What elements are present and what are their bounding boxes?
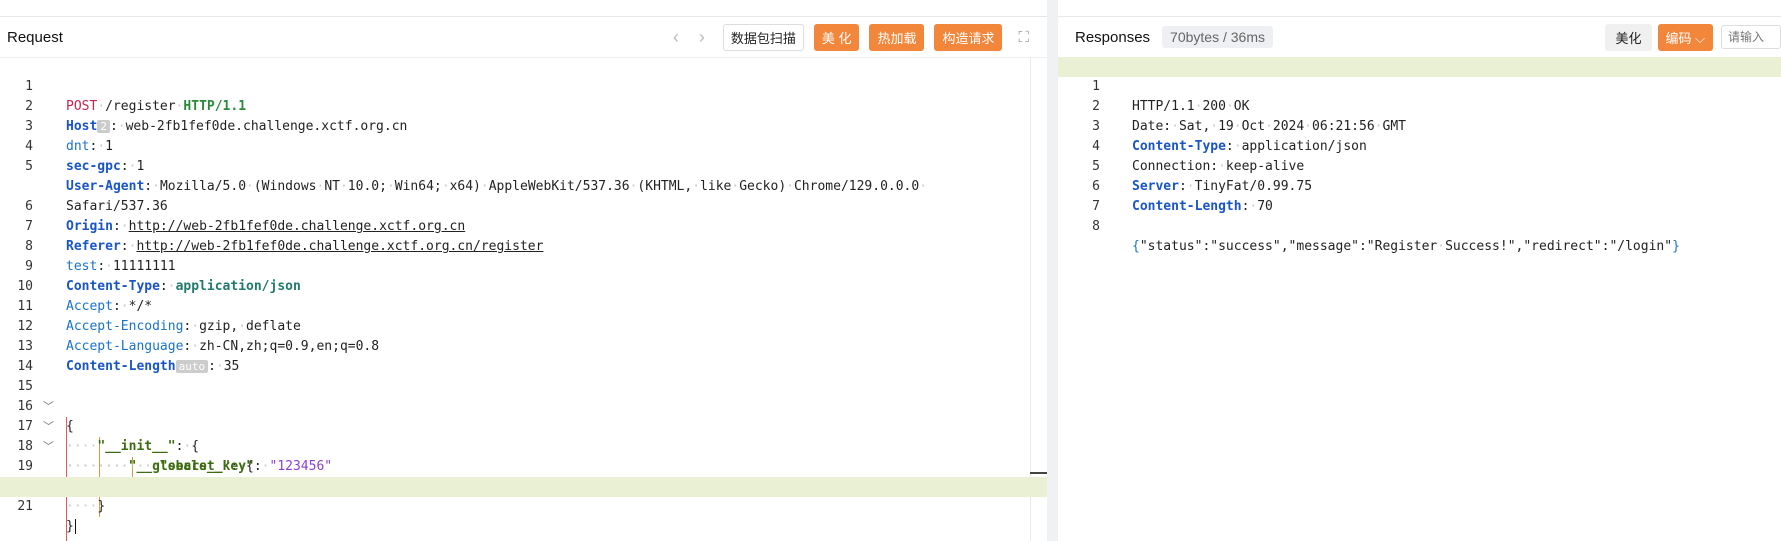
code-line: 14 (17, 359, 33, 374)
code-line: 6 Origin:·http://web-2fb1fef0de.challeng… (25, 199, 466, 234)
request-editor[interactable]: 1 POST·/register·HTTP/1.1 2 Host 2:·web-2… (0, 57, 1047, 541)
code-line: 10 Accept:·*/* (17, 279, 153, 314)
beautify-button[interactable]: 美 化 (813, 23, 860, 51)
code-line: 11 Accept-Encoding:·gzip,·deflate (17, 299, 301, 334)
chevron-left-icon[interactable]: ‹ (663, 27, 689, 48)
code-line: 17 ﹀ ········"__globals__":·{ (17, 419, 254, 474)
code-line-active: 21 } (0, 477, 1047, 534)
code-line: 18 ············"secret_key":·"123456" (17, 439, 333, 474)
hotload-button[interactable]: 热加载 (869, 23, 925, 51)
encode-dropdown[interactable]: 编码 ⌵ (1657, 23, 1713, 51)
response-beautify-button[interactable]: 美化 (1605, 23, 1652, 51)
request-panel: Request ‹ › 数据包扫描 美 化 热加载 构造请求 ⛶ 1 POST·… (0, 0, 1047, 541)
request-header: Request ‹ › 数据包扫描 美 化 热加载 构造请求 ⛶ (0, 16, 1047, 58)
code-line: 1 POST·/register·HTTP/1.1 (0, 57, 1047, 114)
code-line: 7 Referer:·http://web-2fb1fef0de.challen… (25, 219, 544, 254)
chevron-right-icon[interactable]: › (689, 27, 715, 48)
response-header: Responses 70bytes / 36ms 美化 编码 ⌵ (1058, 16, 1781, 58)
code-line: 8 test:·11111111 (25, 239, 176, 274)
code-line: 19 ········} (17, 459, 136, 494)
response-panel: Responses 70bytes / 36ms 美化 编码 ⌵ 1 HTTP/… (1058, 0, 1781, 541)
response-search-input[interactable] (1721, 25, 1781, 49)
code-line: 13 Content-Length auto:·35 (17, 339, 240, 374)
code-line: 5 Server:·TinyFat/0.99.75 (1092, 159, 1313, 194)
code-line: 20 ····} (17, 479, 106, 514)
code-line: 4 Connection:·keep-alive (1092, 139, 1305, 174)
text-caret (74, 519, 76, 534)
code-line: 7 (1092, 199, 1100, 214)
code-line: 2 Date:·Sat,·19·Oct·2024·06:21:56·GMT (1092, 99, 1406, 134)
code-line: 9 Content-Type:·application/json (25, 259, 301, 294)
fullscreen-icon[interactable]: ⛶ (1018, 29, 1029, 46)
response-title: Responses (1075, 28, 1151, 46)
code-line: 3 Content-Type:·application/json (1092, 119, 1367, 154)
code-line: 2 Host 2:·web-2fb1fef0de.challenge.xctf.o… (25, 99, 408, 134)
panel-splitter[interactable] (1047, 0, 1058, 541)
code-line: 8 {"status":"success","message":"Registe… (1092, 219, 1680, 254)
code-line-active: 1 HTTP/1.1·200·OK (1058, 57, 1781, 114)
code-line: 4 sec-gpc:·1 (25, 139, 145, 174)
response-editor[interactable]: 1 HTTP/1.1·200·OK 2 Date:·Sat,·19·Oct·20… (1058, 57, 1781, 541)
response-stats: 70bytes / 36ms (1162, 26, 1273, 48)
code-line: 12 Accept-Language:·zh-CN,zh;q=0.9,en;q=… (17, 319, 380, 354)
chevron-down-icon: ⌵ (1695, 30, 1705, 46)
code-line: 5 User-Agent:·Mozilla/5.0·(Windows·NT·10… (25, 159, 928, 214)
code-line: 15 ﹀ { (17, 379, 74, 434)
scan-button[interactable]: 数据包扫描 (722, 23, 804, 51)
construct-request-button[interactable]: 构造请求 (934, 23, 1003, 51)
code-line: 16 ﹀ ····"__init__":·{ (17, 399, 200, 454)
code-line: 3 dnt:·1 (25, 119, 113, 154)
request-title: Request (7, 28, 63, 46)
code-line: 6 Content-Length:·70 (1092, 179, 1273, 214)
